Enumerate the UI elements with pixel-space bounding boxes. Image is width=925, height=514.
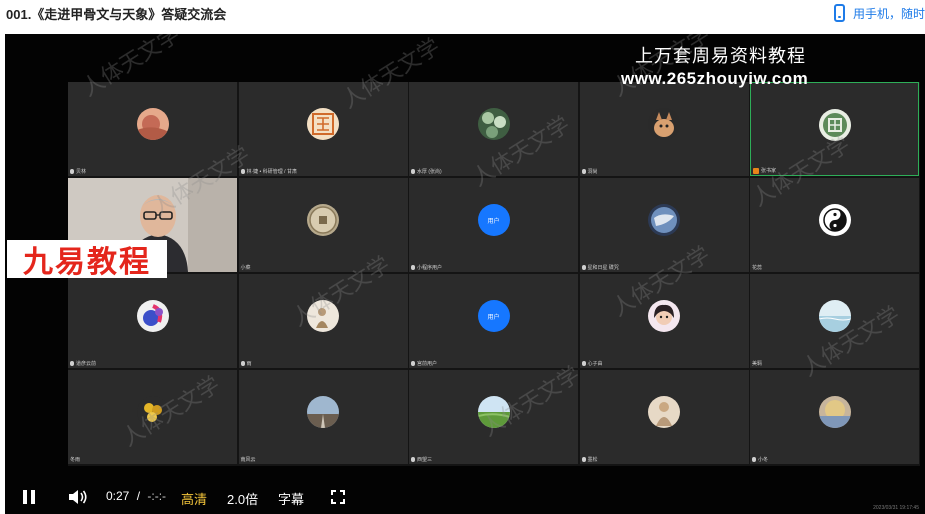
participant-name: 洞尚 [581, 168, 598, 175]
volume-icon [69, 490, 87, 504]
participant-tile[interactable]: 南风云 [238, 370, 408, 464]
phone-icon [833, 4, 845, 22]
avatar [136, 108, 169, 140]
participant-tile[interactable]: 林·婕 • 科研管理 / 甘肃 [238, 82, 408, 176]
participant-name: 道彦云前 [70, 360, 96, 367]
participant-tile[interactable]: 洞尚 [579, 82, 749, 176]
avatar: 用户 [477, 204, 510, 236]
participant-label: 宫前用户 [417, 361, 438, 367]
participant-name: 小菜 [241, 264, 251, 271]
pause-button[interactable] [23, 490, 35, 504]
participant-tile[interactable]: 用户小程序用户 [409, 178, 578, 272]
participant-name: 雨 [240, 360, 252, 367]
participant-tile[interactable]: 墨松 [579, 370, 749, 464]
participant-label: 贝林 [76, 169, 87, 175]
mic-icon [581, 361, 586, 366]
avatar [307, 204, 339, 236]
participant-label: 星和日星 碟咒 [587, 265, 619, 271]
participant-name: 贝林 [70, 168, 86, 175]
participant-label: 西望三 [417, 457, 433, 463]
mic-icon [752, 457, 756, 462]
participant-name: 水厚 (张尚) [411, 168, 442, 175]
current-time: 0:27 [106, 489, 130, 503]
participant-label: 水厚 (张尚) [417, 169, 442, 175]
participant-label: 雨 [246, 361, 252, 367]
avatar [307, 396, 339, 428]
avatar-label: 用户 [487, 314, 500, 321]
mic-icon [411, 361, 415, 366]
mic-icon [411, 265, 415, 270]
speed-button[interactable]: 2.0倍 [227, 489, 258, 508]
mic-icon [411, 457, 415, 462]
participant-name: 西望三 [411, 456, 432, 463]
participant-name: 花蕊 [752, 264, 762, 271]
participant-name: 小冬 [752, 456, 768, 463]
participant-label: 心子由 [587, 361, 603, 367]
participant-name: 美羁 [752, 360, 762, 367]
overlay-title: 上万套周易资料教程 [635, 46, 806, 66]
mic-icon [581, 457, 586, 462]
participant-label: 南风云 [240, 457, 256, 463]
page-title: 001.《走进甲骨文与天象》答疑交流会 [6, 7, 227, 22]
recording-timestamp: 2023/03/31 19:17:45 [873, 505, 919, 511]
mic-icon [411, 169, 415, 174]
participant-label: 冬雨 [70, 457, 81, 463]
avatar [136, 300, 169, 332]
time-display: 0:27 / -:-:- [106, 489, 166, 503]
avatar [818, 396, 851, 428]
participant-name: 小程序用户 [411, 264, 442, 271]
participant-label: 墨松 [587, 457, 598, 463]
mic-icon [581, 169, 586, 174]
mic-icon [753, 167, 759, 174]
participant-label: 小菜 [240, 265, 251, 271]
avatar [477, 108, 510, 140]
mic-icon [70, 169, 74, 174]
mic-icon [240, 361, 245, 366]
participant-label: 小冬 [758, 457, 769, 463]
avatar-label: 用户 [487, 218, 500, 225]
participant-name: 宫前用户 [411, 360, 437, 367]
mic-icon [581, 265, 586, 270]
participant-tile[interactable]: 道彦云前 [68, 274, 237, 368]
avatar [307, 108, 339, 140]
participant-tile[interactable]: 用户宫前用户 [409, 274, 578, 368]
participant-label: 美羁 [752, 361, 763, 367]
player-controls: 0:27 / -:-:- 高清 2.0倍 字幕 [5, 480, 925, 514]
mobile-watch-link[interactable]: 用手机，随时 [833, 2, 925, 24]
participant-name: 南风云 [241, 456, 256, 463]
brand-stamp: 九易教程 [7, 240, 167, 280]
volume-button[interactable] [68, 488, 88, 506]
participant-label: 林·婕 • 科研管理 / 甘肃 [246, 169, 297, 175]
avatar [818, 204, 851, 236]
time-separator: / [136, 489, 141, 503]
avatar: 用户 [477, 300, 510, 332]
mobile-link-label: 用手机，随时 [852, 6, 925, 21]
fullscreen-button[interactable] [331, 490, 345, 504]
participant-name: 心子由 [581, 360, 603, 367]
participant-name: 星和日星 碟咒 [581, 264, 619, 271]
participant-label: 洞尚 [587, 169, 598, 175]
top-bar: 001.《走进甲骨文与天象》答疑交流会 用手机，随时 [0, 0, 925, 30]
overlay-url: www.265zhouyiw.com [621, 69, 809, 88]
avatar [648, 300, 680, 332]
participant-label: 道彦云前 [76, 361, 97, 367]
participant-name: 林·婕 • 科研管理 / 甘肃 [240, 168, 297, 175]
avatar [648, 204, 680, 236]
duration: -:-:- [147, 489, 167, 503]
participant-tile[interactable]: 小冬 [750, 370, 919, 464]
video-player[interactable]: 贝林 林·婕 • 科研管理 / 甘肃 水厚 (张尚) 洞尚 张书家 小菜 用户 小程序用户 星和… [5, 34, 925, 514]
avatar [648, 396, 680, 428]
quality-button[interactable]: 高清 [181, 489, 207, 508]
fullscreen-icon [331, 490, 345, 504]
participant-label: 小程序用户 [417, 265, 443, 271]
mic-icon [70, 361, 74, 366]
avatar [648, 108, 680, 140]
participant-label: 花蕊 [752, 265, 763, 271]
subtitle-button[interactable]: 字幕 [278, 489, 304, 508]
participant-name: 墨松 [581, 456, 598, 463]
participant-name: 冬雨 [70, 456, 80, 463]
